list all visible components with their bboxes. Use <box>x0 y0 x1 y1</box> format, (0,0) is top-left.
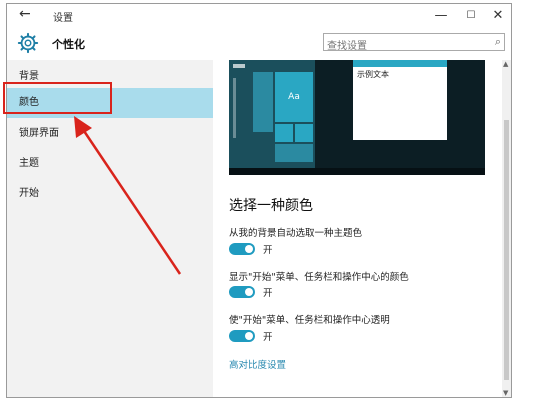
preview-sample-text: 示例文本 <box>357 70 389 79</box>
section-title: 选择一种颜色 <box>229 198 313 214</box>
option-label-show-color: 显示"开始"菜单、任务栏和操作中心的颜色 <box>229 272 409 283</box>
scrollbar-thumb[interactable] <box>504 120 509 380</box>
color-preview: Aa 示例文本 <box>229 60 485 175</box>
search-icon[interactable]: ⌕ <box>495 35 501 49</box>
option-label-transparency: 使"开始"菜单、任务栏和操作中心透明 <box>229 315 390 326</box>
toggle-show-color[interactable] <box>229 286 255 298</box>
sidebar-item-themes[interactable]: 主题 <box>7 149 213 179</box>
toggle-transparency[interactable] <box>229 330 255 342</box>
close-button[interactable]: ✕ <box>483 6 511 26</box>
scroll-up-icon[interactable]: ▲ <box>503 60 508 68</box>
option-label-auto-accent: 从我的背景自动选取一种主题色 <box>229 228 363 239</box>
toggle-state-auto-accent: 开 <box>263 245 273 256</box>
toggle-knob <box>245 288 253 296</box>
toggle-state-show-color: 开 <box>263 288 273 299</box>
annotation-highlight-box <box>3 82 112 114</box>
settings-window: ← 设置 — ☐ ✕ 个性化 ⌕ 背景 颜色 <box>6 3 512 398</box>
preview-taskbar <box>229 168 485 175</box>
toggle-knob <box>245 245 253 253</box>
search-input[interactable] <box>327 39 477 54</box>
minimize-button[interactable]: — <box>426 6 456 26</box>
back-arrow-icon[interactable]: ← <box>19 6 31 22</box>
sidebar-item-lock-screen[interactable]: 锁屏界面 <box>7 119 213 149</box>
scrollbar[interactable]: ▲ ▼ <box>502 60 511 397</box>
page-title: 个性化 <box>52 38 85 51</box>
main-content: Aa 示例文本 选择一种颜色 从我的背景自动选取一种主题色 开 显示"开始"菜单… <box>213 60 502 397</box>
search-box[interactable]: ⌕ <box>323 33 505 54</box>
title-bar: ← 设置 — ☐ ✕ <box>7 4 511 28</box>
gear-icon <box>17 32 39 54</box>
preview-window: 示例文本 <box>353 60 447 140</box>
toggle-auto-accent[interactable] <box>229 243 255 255</box>
window-title: 设置 <box>53 13 73 24</box>
sidebar-item-start[interactable]: 开始 <box>7 179 213 209</box>
toggle-state-transparency: 开 <box>263 332 273 343</box>
preview-tile-aa: Aa <box>275 72 313 122</box>
high-contrast-link[interactable]: 高对比度设置 <box>229 357 286 371</box>
maximize-button[interactable]: ☐ <box>456 6 486 26</box>
page-header: 个性化 ⌕ <box>7 28 511 60</box>
toggle-knob <box>245 332 253 340</box>
scroll-down-icon[interactable]: ▼ <box>503 389 508 397</box>
